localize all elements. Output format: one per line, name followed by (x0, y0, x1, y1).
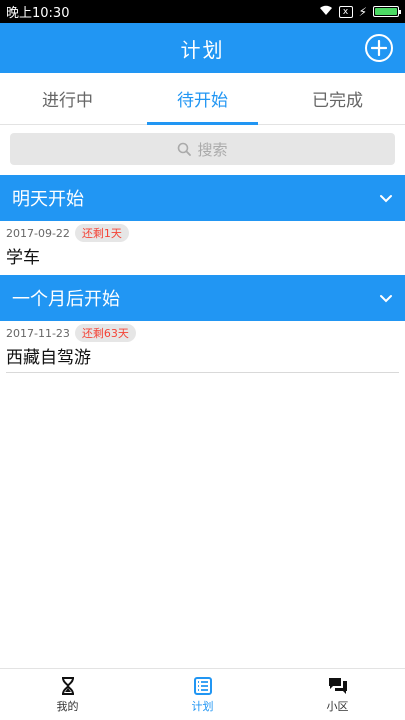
plan-name: 学车 (6, 248, 40, 268)
status-bar: 晚上10:30 x ⚡ (0, 0, 405, 23)
bottom-nav: 我的 计划 小区 (0, 668, 405, 720)
divider (6, 372, 399, 373)
nav-item-community[interactable]: 小区 (270, 669, 405, 720)
plan-date: 2017-09-22 (6, 226, 70, 240)
search-icon (178, 142, 192, 156)
wifi-icon (319, 5, 333, 19)
chevron-down-icon (380, 295, 392, 303)
days-left-badge: 还剩1天 (74, 224, 129, 242)
no-sim-icon: x (338, 5, 353, 18)
section-header-tomorrow[interactable]: 明天开始 (0, 175, 405, 221)
section-header-next-month[interactable]: 一个月后开始 (0, 275, 405, 321)
days-left-badge: 还剩63天 (74, 324, 136, 342)
charging-icon: ⚡ (358, 4, 367, 19)
status-icons: x ⚡ (319, 4, 401, 19)
plan-item[interactable]: 2017-09-22 还剩1天 学车 (0, 221, 405, 273)
app-screen: 晚上10:30 x ⚡ 计划 进行中 待开始 已完成 搜索 明天开始 2017-… (0, 0, 405, 720)
tab-pending[interactable]: 待开始 (135, 73, 270, 125)
list-icon (193, 676, 212, 695)
plan-item[interactable]: 2017-11-23 还剩63天 西藏自驾游 (0, 321, 405, 373)
plan-date: 2017-11-23 (6, 326, 70, 340)
search-placeholder: 搜索 (197, 140, 228, 159)
hourglass-icon (61, 676, 74, 695)
tab-in-progress[interactable]: 进行中 (0, 73, 135, 124)
tab-bar: 进行中 待开始 已完成 (0, 73, 405, 125)
chat-icon (328, 677, 347, 694)
page-title: 计划 (180, 37, 225, 62)
chevron-down-icon (380, 195, 392, 203)
plus-circle-icon (371, 40, 387, 56)
section-title: 一个月后开始 (12, 289, 120, 310)
nav-label: 我的 (56, 699, 79, 713)
battery-icon (373, 6, 401, 17)
search-input[interactable]: 搜索 (10, 133, 395, 165)
search-bar: 搜索 (0, 125, 405, 175)
status-time: 晚上10:30 (6, 6, 70, 21)
section-title: 明天开始 (12, 189, 84, 210)
nav-item-plan[interactable]: 计划 (135, 669, 270, 720)
plan-meta: 2017-09-22 还剩1天 (6, 224, 399, 242)
plan-meta: 2017-11-23 还剩63天 (6, 324, 399, 342)
tab-completed[interactable]: 已完成 (270, 73, 405, 124)
add-plan-button[interactable] (365, 34, 393, 62)
nav-label: 小区 (326, 699, 349, 713)
app-header: 计划 (0, 23, 405, 73)
nav-item-mine[interactable]: 我的 (0, 669, 135, 720)
nav-label: 计划 (191, 699, 214, 713)
plan-name: 西藏自驾游 (6, 348, 91, 368)
